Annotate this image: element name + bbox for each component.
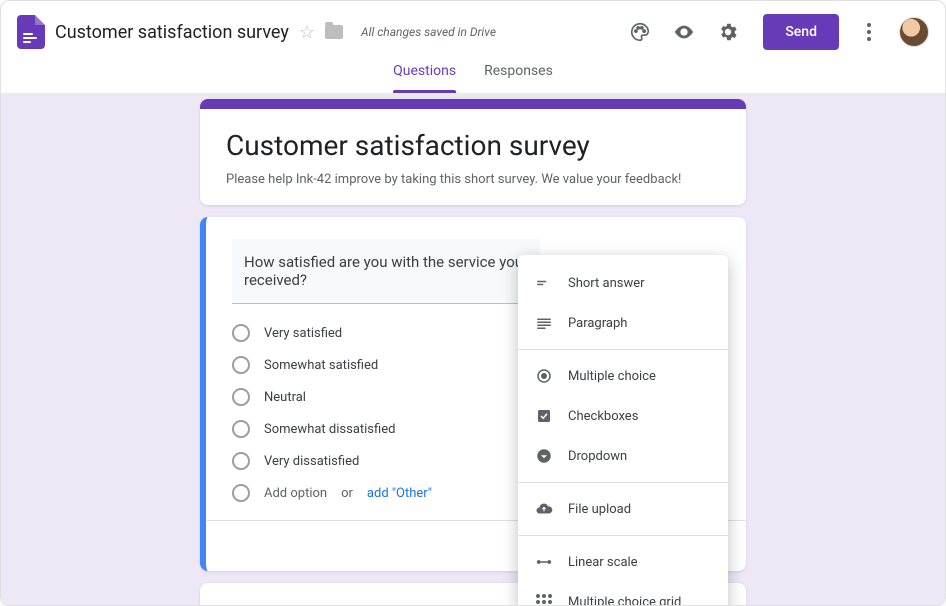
save-status: All changes saved in Drive bbox=[361, 25, 496, 39]
tab-responses[interactable]: Responses bbox=[484, 63, 553, 93]
form-header-card[interactable]: Customer satisfaction survey Please help… bbox=[200, 99, 746, 205]
option-text[interactable]: Somewhat dissatisfied bbox=[264, 422, 395, 437]
radio-checked-icon bbox=[534, 366, 554, 386]
dd-label: File upload bbox=[568, 502, 631, 517]
document-title[interactable]: Customer satisfaction survey bbox=[55, 22, 289, 43]
dropdown-separator bbox=[518, 482, 728, 483]
dd-checkboxes[interactable]: Checkboxes bbox=[518, 396, 728, 436]
star-icon[interactable]: ☆ bbox=[299, 22, 315, 43]
dd-label: Linear scale bbox=[568, 555, 638, 570]
add-option-button[interactable]: Add option bbox=[264, 486, 327, 501]
option-text[interactable]: Very satisfied bbox=[264, 326, 342, 341]
option-text[interactable]: Somewhat satisfied bbox=[264, 358, 378, 373]
palette-icon[interactable] bbox=[629, 21, 651, 43]
question-card[interactable]: How satisfied are you with the service y… bbox=[200, 217, 746, 571]
or-label: or bbox=[341, 486, 353, 501]
dropdown-separator bbox=[518, 535, 728, 536]
dd-short-answer[interactable]: Short answer bbox=[518, 263, 728, 303]
forms-logo-icon[interactable] bbox=[17, 15, 45, 49]
question-type-dropdown: Short answer Paragraph Multiple choice C… bbox=[518, 255, 728, 605]
dd-label: Short answer bbox=[568, 276, 645, 291]
question-title-input[interactable]: How satisfied are you with the service y… bbox=[232, 239, 540, 304]
app-header: Customer satisfaction survey ☆ All chang… bbox=[1, 1, 945, 63]
radio-icon bbox=[232, 356, 250, 374]
dd-paragraph[interactable]: Paragraph bbox=[518, 303, 728, 343]
dd-multiple-choice[interactable]: Multiple choice bbox=[518, 356, 728, 396]
short-answer-icon bbox=[534, 273, 554, 293]
dropdown-icon bbox=[534, 446, 554, 466]
dd-dropdown[interactable]: Dropdown bbox=[518, 436, 728, 476]
linear-scale-icon bbox=[534, 552, 554, 572]
paragraph-icon bbox=[534, 313, 554, 333]
add-other-button[interactable]: add "Other" bbox=[367, 486, 432, 501]
radio-icon bbox=[232, 324, 250, 342]
radio-icon bbox=[232, 452, 250, 470]
dd-linear-scale[interactable]: Linear scale bbox=[518, 542, 728, 582]
radio-icon bbox=[232, 420, 250, 438]
radio-icon bbox=[232, 484, 250, 502]
option-text[interactable]: Neutral bbox=[264, 390, 306, 405]
checkbox-icon bbox=[534, 406, 554, 426]
option-text[interactable]: Very dissatisfied bbox=[264, 454, 359, 469]
folder-icon[interactable] bbox=[325, 25, 343, 39]
radio-icon bbox=[232, 388, 250, 406]
send-button[interactable]: Send bbox=[763, 14, 839, 50]
dd-label: Dropdown bbox=[568, 449, 627, 464]
grid-dots-icon bbox=[534, 592, 554, 605]
more-options-icon[interactable] bbox=[857, 23, 881, 41]
user-avatar[interactable] bbox=[899, 17, 929, 47]
preview-eye-icon[interactable] bbox=[673, 21, 695, 43]
form-description[interactable]: Please help Ink-42 improve by taking thi… bbox=[226, 172, 720, 187]
settings-gear-icon[interactable] bbox=[717, 21, 739, 43]
tab-questions[interactable]: Questions bbox=[393, 63, 456, 93]
dropdown-separator bbox=[518, 349, 728, 350]
form-tabs: Questions Responses bbox=[1, 63, 945, 93]
cloud-upload-icon bbox=[534, 499, 554, 519]
form-title[interactable]: Customer satisfaction survey bbox=[226, 129, 720, 162]
dd-label: Paragraph bbox=[568, 316, 627, 331]
dd-mc-grid[interactable]: Multiple choice grid bbox=[518, 582, 728, 605]
dd-label: Multiple choice grid bbox=[568, 595, 681, 606]
dd-file-upload[interactable]: File upload bbox=[518, 489, 728, 529]
dd-label: Checkboxes bbox=[568, 409, 638, 424]
dd-label: Multiple choice bbox=[568, 369, 656, 384]
form-canvas: Customer satisfaction survey Please help… bbox=[1, 93, 945, 605]
